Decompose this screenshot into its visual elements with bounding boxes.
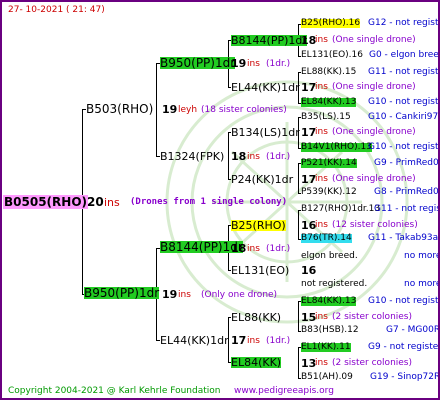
pmpp-code: G10 - Cankiri97Q [368,112,440,122]
mm-ins-count: 17 [231,334,247,347]
ppmp-ins-label: ins [315,82,328,92]
mpmm-code: no more [404,279,440,289]
parent-ins-count: 19 [162,103,178,116]
mother-queen[interactable]: B950(PP)1dr [84,287,160,299]
pmpm-code: G10 - not registered [368,142,439,152]
line [228,132,229,179]
mp-note: (1dr.) [266,244,291,254]
pmp-queen[interactable]: B134(LS)1dr [231,127,300,138]
mppm-queen[interactable]: B76(TR).14 [301,234,352,243]
line [298,210,299,239]
mmm-queen[interactable]: EL84(KK) [231,357,282,368]
pmpm-queen[interactable]: B14V1(RHO).13 [301,143,372,152]
pppp-queen[interactable]: B25(RHO).16 [301,19,361,28]
mmpm-code: G7 - MG00R [386,325,440,335]
line [298,301,299,331]
pp-ins-count: 19 [231,57,247,70]
mpp-note: (12 sister colonies) [332,220,418,230]
mmm-note: (2 sister colonies) [332,358,413,368]
mp-ins-count: 18 [231,242,247,255]
website-link[interactable]: www.pedigreeapis.org [234,387,334,396]
pm-ins-count: 18 [231,150,247,163]
mother-note: (Only one drone) [201,290,278,300]
mm-queen[interactable]: EL44(KK)1dr [160,335,229,346]
mpmp-queen[interactable]: elgon breed. [301,252,358,261]
parent-queen[interactable]: B503(RHO) [86,103,153,115]
mmp-ins-label: ins [315,312,328,322]
mmm-ins-label: ins [315,358,328,368]
mmp-queen[interactable]: EL88(KK) [231,312,281,323]
mppm-code: G11 - Takab93aR [368,233,440,243]
pppp-code: G12 - not registered [368,18,439,28]
mother-ins-label: ins [178,290,191,300]
pp-ins-label: ins [247,59,260,69]
pmmp-queen[interactable]: P521(KK).14 [301,159,357,168]
subject-note: (Drones from 1 single colony) [130,197,288,207]
mother-ins-count: 19 [162,288,178,301]
pp-queen[interactable]: B950(PP)1dr [160,57,236,69]
mmmp-queen[interactable]: EL1(KK).11 [301,343,351,352]
mm-note: (1dr.) [266,336,291,346]
ppp-ins-label: ins [315,35,328,45]
mmpp-queen[interactable]: EL84(KK).13 [301,297,357,306]
pppm-queen[interactable]: EL131(EO).16 [301,51,363,60]
mmmm-queen[interactable]: B51(AH).09 [301,373,353,382]
mmpm-queen[interactable]: B83(HSB).12 [301,326,359,335]
ppmp-queen[interactable]: EL88(KK).15 [301,68,356,77]
subject-queen[interactable]: B0505(RHO) [3,195,88,209]
pm-ins-label: ins [247,152,260,162]
pmpp-queen[interactable]: B35(LS).15 [301,113,351,122]
pmm-note: (One single drone) [332,174,416,184]
pedigree-frame: 27- 10-2021 ( 21: 47) Copyright 2004-202… [0,0,440,400]
ppmp-code: G11 - not registered [368,67,439,77]
ppmm-code: G10 - not registered [368,97,439,107]
pmmm-code: G8 - PrimRed01 [374,187,440,197]
line [298,347,299,378]
mpp-queen[interactable]: B25(RHO) [231,220,286,231]
pmm-ins-label: ins [315,174,328,184]
ppp-queen[interactable]: B8144(PP)1dr [231,35,307,46]
ppm-queen[interactable]: EL44(KK)1dr [231,82,300,93]
mppp-queen[interactable]: B127(RHO)1dr.13 [301,205,380,214]
pmp-ins-label: ins [315,127,328,137]
ppmp-note: (One single drone) [332,82,416,92]
date-stamp: 27- 10-2021 ( 21: 47) [8,5,105,15]
copyright-text: Copyright 2004-2021 @ Karl Kehrle Founda… [8,386,221,396]
mmmp-code: G9 - not registered [368,342,439,352]
ppmm-queen[interactable]: EL84(KK).13 [301,98,357,107]
subject-ins-count: 20 [87,195,104,209]
pp-note: (1dr.) [266,59,291,69]
ppp-note: (One single drone) [332,35,416,45]
mmpp-code: G10 - not registered [368,296,439,306]
parent-note: (18 sister colonies) [201,105,287,115]
parent-ins-label: leyh [178,105,198,115]
pmm-queen[interactable]: P24(KK)1dr [231,174,293,185]
mpmp-code: no more [404,251,440,261]
line [298,163,299,193]
pm-queen[interactable]: B1324(FPK) [160,151,224,162]
pmmp-code: G9 - PrimRed01 [374,158,440,168]
mp-ins-label: ins [247,244,260,254]
mm-ins-label: ins [247,336,260,346]
mpm-ins-count: 16 [301,264,317,277]
mpm-queen[interactable]: EL131(EO) [231,265,289,276]
mppp-code: G11 - not registered [374,204,440,214]
mpp-ins-label: ins [315,220,328,230]
pm-note: (1dr.) [266,152,291,162]
pppm-code: G0 - elgon breed [369,50,440,60]
line [156,63,157,156]
mpmm-queen[interactable]: not registered. [301,280,367,289]
mmp-note: (2 sister colonies) [332,312,413,322]
pmmm-queen[interactable]: P539(KK).12 [301,188,357,197]
subject-ins-label: ins [104,196,120,209]
pmp-note: (One single drone) [332,127,416,137]
mmmm-code: G19 - Sinop72R [370,372,440,382]
